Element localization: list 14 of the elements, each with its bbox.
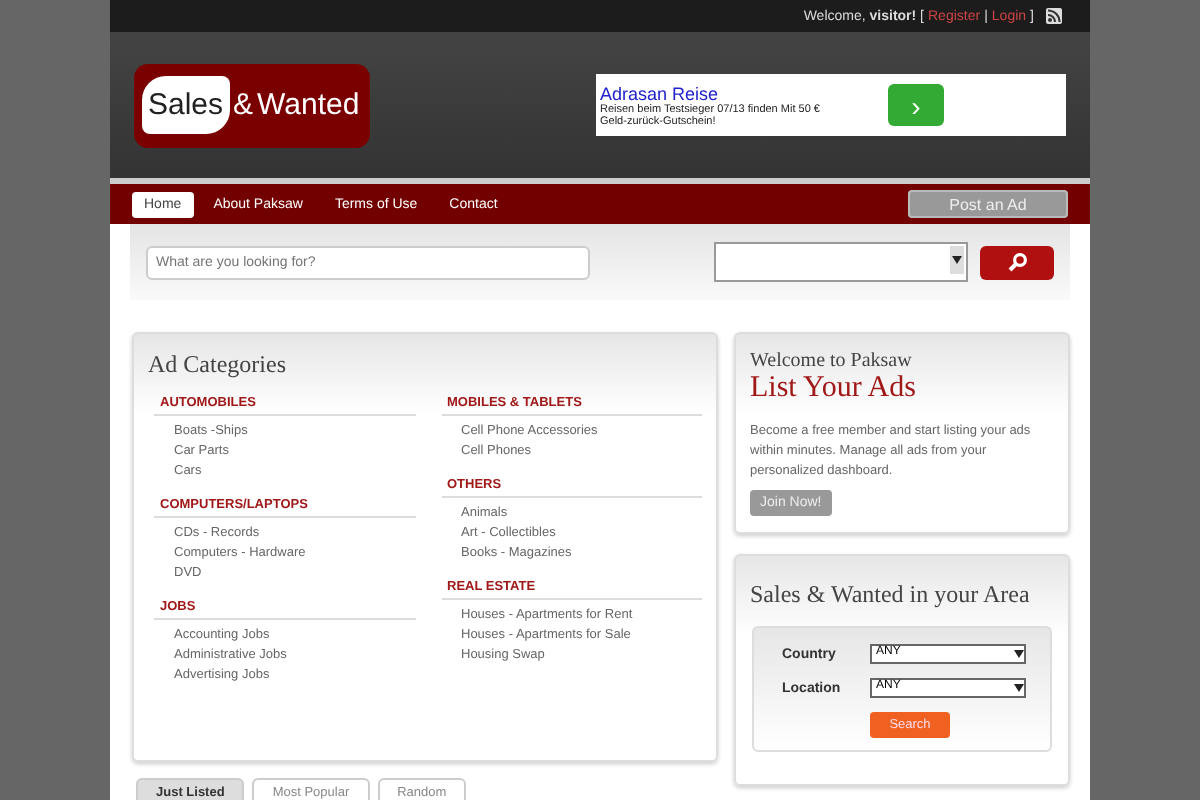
category-select[interactable]	[714, 242, 968, 282]
search-icon	[1007, 252, 1027, 272]
logo-text: Sales	[142, 76, 230, 134]
welcome-title: Welcome to Paksaw	[750, 350, 914, 372]
card-title: Ad Categories	[148, 350, 288, 380]
ad-title[interactable]: Adrasan Reise	[600, 83, 820, 103]
logo-text: Wanted	[257, 88, 360, 122]
card-title: Sales & Wanted in your Area	[750, 580, 1032, 611]
site-logo[interactable]: Sales &Wanted	[134, 63, 370, 147]
welcome-subtitle: List Your Ads	[750, 372, 918, 406]
logo-ampersand: &	[233, 88, 254, 122]
rss-icon[interactable]	[1046, 8, 1062, 24]
dropdown-arrow-icon	[952, 252, 962, 268]
search-button[interactable]	[980, 245, 1054, 279]
